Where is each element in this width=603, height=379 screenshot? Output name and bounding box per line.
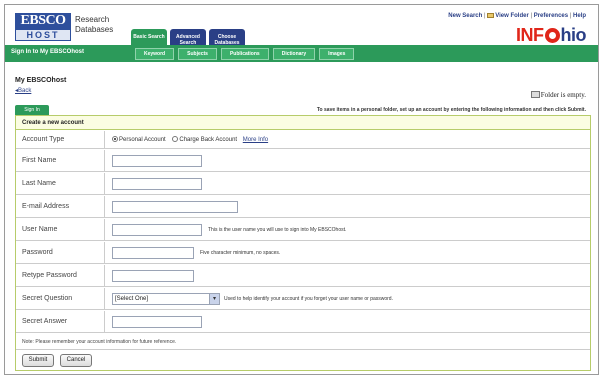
folder-icon [530,91,540,98]
password-input[interactable] [112,247,194,259]
last-name-input[interactable] [112,178,202,190]
subnav-keyword[interactable]: Keyword [135,48,175,60]
note-text: Note: Please remember your account infor… [22,339,177,345]
retype-password-label: Retype Password [22,272,77,279]
value-divider [104,288,105,309]
password-hint: Five character minimum, no spaces. [200,250,281,256]
value-divider [104,150,105,171]
password-label: Password [22,249,53,256]
first-name-input[interactable] [112,155,202,167]
folder-status: Folder is empty. [530,91,586,99]
account-type-options: Personal Account Charge Back Account Mor… [112,136,268,143]
first-name-row: First Name [16,150,590,172]
user-name-hint: This is the user name you will use to si… [208,227,347,233]
secret-question-value: [Select One] [115,296,149,302]
logo-caption-line-1: Research [75,15,110,24]
sign-in-link[interactable]: Sign In to My EBSCOhost [11,49,84,55]
view-folder-link[interactable]: View Folder [495,13,529,19]
value-divider [104,173,105,194]
value-divider [104,242,105,263]
secret-answer-label: Secret Answer [22,318,68,325]
retype-password-input[interactable] [112,270,194,282]
password-row: Password Five character minimum, no spac… [16,242,590,264]
more-info-link[interactable]: More Info [243,137,268,143]
infohio-logo[interactable]: INF hio [516,25,586,46]
browser-page: EBSCO HOST Research Databases Basic Sear… [4,4,599,375]
secret-question-hint: Used to help identify your account if yo… [224,296,393,302]
logo-sub-text: HOST [15,29,71,41]
secret-question-select[interactable]: [Select One] ▾ [112,293,220,305]
top-links: New Search | View Folder | Preferences |… [448,13,586,19]
secret-question-row: Secret Question [Select One] ▾ Used to h… [16,288,590,310]
value-divider [104,131,105,148]
folder-status-text: Folder is empty. [540,91,586,99]
brand-o-icon [544,28,560,43]
subnav-subjects[interactable]: Subjects [178,48,217,60]
form-title: Create a new account [16,116,590,130]
page-title: My EBSCOhost [15,77,67,84]
logo-caption-line-2: Databases [75,25,114,34]
charge-back-account-radio[interactable] [172,136,179,142]
brand-suffix: hio [560,25,587,45]
last-name-row: Last Name [16,173,590,195]
logo-caption: Research Databases [75,15,113,35]
user-name-input[interactable] [112,224,202,236]
personal-account-radio[interactable] [112,136,118,142]
account-type-row: Account Type Personal Account Charge Bac… [16,131,590,149]
first-name-label: First Name [22,157,57,164]
new-search-link[interactable]: New Search [448,13,482,19]
value-divider [104,196,105,217]
create-account-form: Create a new account Account Type Person… [15,115,591,371]
account-type-label: Account Type [22,136,65,143]
brand-prefix: INF [516,25,544,45]
charge-back-account-label[interactable]: Charge Back Account [179,137,237,143]
value-divider [104,311,105,332]
nav-bar: Sign In to My EBSCOhost Keyword Subjects… [5,45,598,62]
cancel-button[interactable]: Cancel [60,354,92,367]
help-link[interactable]: Help [573,13,586,19]
chevron-down-icon[interactable]: ▾ [209,294,219,304]
subnav-dictionary[interactable]: Dictionary [272,48,316,60]
retype-password-row: Retype Password [16,265,590,287]
user-name-label: User Name [22,226,58,233]
value-divider [104,219,105,240]
subnav-publications[interactable]: Publications [220,48,269,60]
preferences-link[interactable]: Preferences [534,13,568,19]
note-row: Note: Please remember your account infor… [16,334,590,350]
email-input[interactable] [112,201,238,213]
ebscohost-logo[interactable]: EBSCO HOST [15,13,71,41]
secret-answer-row: Secret Answer [16,311,590,333]
user-name-row: User Name This is the user name you will… [16,219,590,241]
secret-question-label: Secret Question [22,295,73,302]
submit-button[interactable]: Submit [22,354,54,367]
back-link-label: Back [18,88,32,94]
subnav: Keyword Subjects Publications Dictionary… [135,48,355,60]
back-link[interactable]: ◂Back [15,87,31,94]
last-name-label: Last Name [22,180,56,187]
folder-icon [487,13,495,18]
email-label: E-mail Address [22,203,70,210]
sign-in-tab[interactable]: Sign In [15,105,49,115]
instructions-text: To save items in a personal folder, set … [316,107,586,113]
subnav-images[interactable]: Images [319,48,355,60]
personal-account-label[interactable]: Personal Account [119,137,166,143]
email-row: E-mail Address [16,196,590,218]
secret-answer-input[interactable] [112,316,202,328]
value-divider [104,265,105,286]
logo-main-text: EBSCO [15,13,71,29]
